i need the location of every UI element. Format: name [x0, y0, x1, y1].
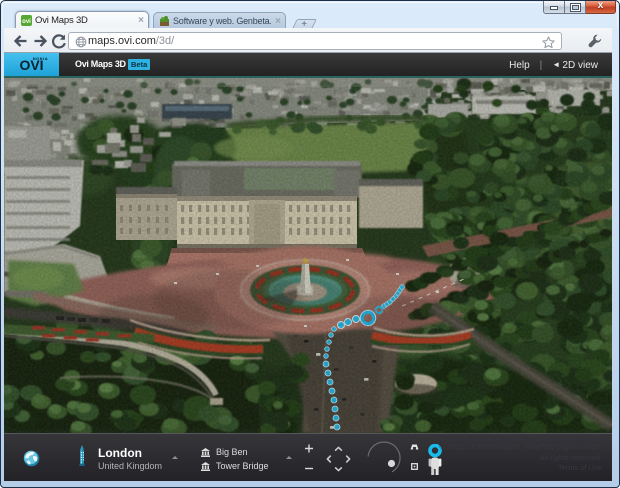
svg-text:ovi: ovi: [22, 19, 31, 25]
